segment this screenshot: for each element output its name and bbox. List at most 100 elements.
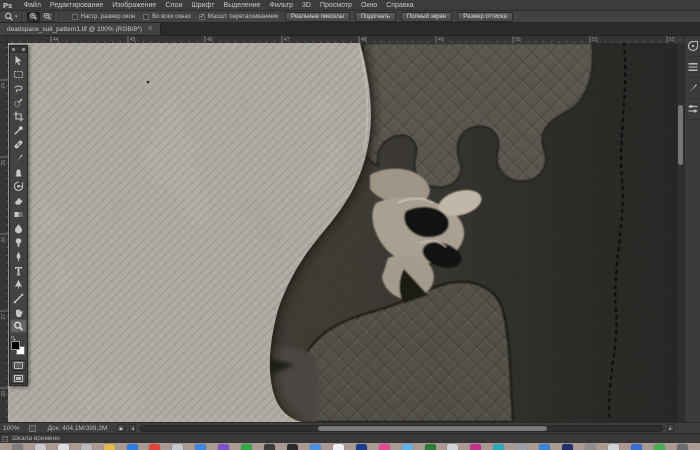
dock-app-icon-20[interactable] [470, 444, 482, 450]
canvas-image[interactable] [8, 43, 676, 422]
menu-item-2[interactable]: Изображение [108, 2, 161, 9]
dock-app-icon-21[interactable] [493, 444, 505, 450]
dock-app-icon-5[interactable] [126, 444, 138, 450]
timeline-panel-header[interactable]: Шкала времени [0, 433, 700, 443]
options-checkbox-2[interactable]: ✓ Масшт. перетаскиванием [198, 13, 278, 20]
menu-item-8[interactable]: Просмотр [315, 2, 356, 9]
panel-properties-icon[interactable] [684, 57, 700, 78]
panel-brush-panel-icon[interactable] [684, 78, 700, 99]
dock-app-icon-4[interactable] [103, 444, 115, 450]
horizontal-scrollbar-thumb[interactable] [318, 425, 548, 431]
gradient-tool[interactable] [10, 207, 27, 221]
options-checkbox-0[interactable]: Настр. размер окон [71, 13, 135, 20]
close-icon[interactable]: × [148, 25, 153, 33]
dock-app-icon-22[interactable] [516, 444, 528, 450]
canvas-area[interactable] [8, 43, 676, 422]
dock-app-icon-13[interactable] [309, 444, 321, 450]
panel-history-icon[interactable] [684, 36, 700, 57]
marquee-tool[interactable] [10, 67, 27, 81]
hand-tool[interactable] [10, 305, 27, 319]
checkbox-icon[interactable] [143, 13, 150, 20]
history-brush-tool[interactable] [10, 179, 27, 193]
dock-app-icon-18[interactable] [424, 444, 436, 450]
menu-item-3[interactable]: Слои [161, 2, 187, 9]
zoom-tool-icon[interactable]: ▾ [4, 12, 18, 22]
path-select-tool[interactable] [10, 277, 27, 291]
eraser-tool[interactable] [10, 193, 27, 207]
menu-item-10[interactable]: Справка [382, 2, 418, 9]
dock-app-icon-16[interactable] [378, 444, 390, 450]
dock-app-icon-24[interactable] [562, 444, 574, 450]
zoom-level-field[interactable]: 100% [3, 425, 20, 432]
dock-app-icon-15[interactable] [355, 444, 367, 450]
crop-tool[interactable] [10, 109, 27, 123]
horizontal-scrollbar[interactable] [140, 424, 663, 432]
panel-adjustments-icon[interactable] [684, 99, 700, 120]
dock-app-icon-6[interactable] [149, 444, 161, 450]
dock-app-icon-19[interactable] [447, 444, 459, 450]
foreground-color-swatch[interactable] [11, 341, 20, 350]
checkbox-icon[interactable] [71, 13, 78, 20]
dock-app-icon-14[interactable] [332, 444, 344, 450]
options-checkbox-1[interactable]: Во всех окнах [143, 13, 191, 20]
status-expand-button[interactable]: ▶ [117, 424, 126, 432]
dock-app-icon-0[interactable] [11, 444, 23, 450]
scroll-left-button[interactable]: ◄ [129, 424, 137, 432]
move-tool[interactable] [10, 53, 27, 67]
chevron-down-icon[interactable]: ▾ [15, 14, 18, 20]
dock-app-icon-25[interactable] [584, 444, 596, 450]
pen-tool[interactable] [10, 249, 27, 263]
quick-mask-button[interactable] [11, 360, 26, 371]
menu-item-1[interactable]: Редактирование [45, 2, 107, 9]
status-corner [676, 422, 700, 433]
scroll-right-button[interactable]: ► [667, 424, 674, 432]
dodge-tool[interactable] [10, 235, 27, 249]
dock-app-icon-3[interactable] [80, 444, 92, 450]
scroll-lock-icon[interactable] [28, 424, 36, 432]
vertical-scrollbar-thumb[interactable] [678, 105, 683, 166]
menu-item-5[interactable]: Выделение [219, 2, 265, 9]
vertical-scrollbar[interactable] [676, 43, 684, 422]
document-tab[interactable]: deadspace_suit_pattern1.tif @ 100% (RGB/… [0, 23, 161, 35]
dock-app-icon-28[interactable] [653, 444, 665, 450]
dock-app-icon-29[interactable] [676, 444, 688, 450]
healing-brush-tool[interactable] [10, 137, 27, 151]
brush-tool[interactable] [10, 151, 27, 165]
move-icon [15, 55, 22, 65]
screen-mode-button[interactable] [11, 373, 26, 384]
menu-item-7[interactable]: 3D [298, 2, 316, 9]
dock-app-icon-26[interactable] [607, 444, 619, 450]
dock-app-icon-7[interactable] [172, 444, 184, 450]
dock-app-icon-9[interactable] [218, 444, 230, 450]
dock-app-icon-11[interactable] [264, 444, 276, 450]
quick-select-tool[interactable] [10, 95, 27, 109]
type-tool[interactable] [10, 263, 27, 277]
toolbar-collapse-button[interactable] [10, 46, 27, 53]
zoom-out-button[interactable] [40, 11, 54, 22]
dock-app-icon-8[interactable] [195, 444, 207, 450]
dock-app-icon-1[interactable] [34, 444, 46, 450]
menu-item-6[interactable]: Фильтр [265, 2, 298, 9]
shape-tool[interactable] [10, 291, 27, 305]
checkbox-checked-icon[interactable]: ✓ [198, 13, 205, 20]
zoom-in-button[interactable] [26, 11, 40, 22]
zoom-tool[interactable] [10, 319, 27, 333]
menu-item-9[interactable]: Окно [356, 2, 381, 9]
dock-app-icon-23[interactable] [539, 444, 551, 450]
clone-stamp-tool[interactable] [10, 165, 27, 179]
dock-app-icon-17[interactable] [401, 444, 413, 450]
eyedropper-tool[interactable] [10, 123, 27, 137]
lasso-tool[interactable] [10, 81, 27, 95]
options-button-1[interactable]: Подогнать [354, 11, 396, 22]
dock-app-icon-2[interactable] [57, 444, 69, 450]
document-size-info: Док: 404,1M/399,2M [47, 424, 108, 432]
dock-app-icon-27[interactable] [630, 444, 642, 450]
blur-tool[interactable] [10, 221, 27, 235]
menu-item-4[interactable]: Шрифт [187, 2, 219, 9]
dock-app-icon-10[interactable] [241, 444, 253, 450]
options-button-3[interactable]: Размер оттиска [457, 11, 513, 22]
menu-item-0[interactable]: Файл [19, 2, 45, 9]
options-button-0[interactable]: Реальные пикселы [285, 11, 350, 22]
dock-app-icon-12[interactable] [286, 444, 298, 450]
options-button-2[interactable]: Полный экран [400, 11, 453, 22]
